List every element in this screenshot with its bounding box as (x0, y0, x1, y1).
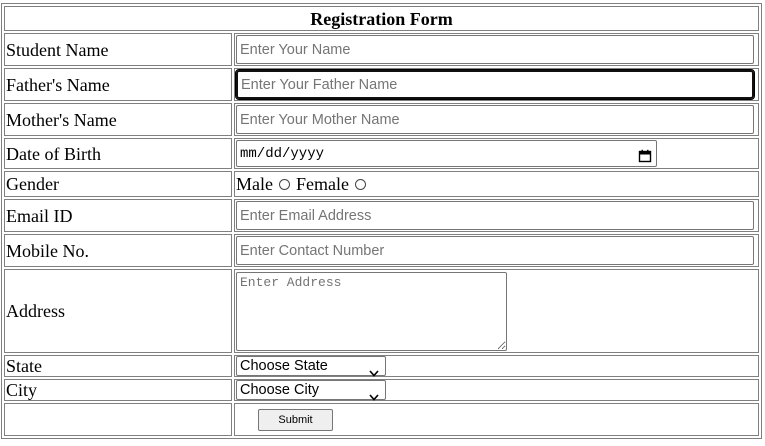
gender-label: Gender (4, 171, 232, 197)
mother-name-label: Mother's Name (4, 103, 232, 136)
state-selected-value: Choose State (240, 358, 328, 374)
gender-row: Gender Male Female (4, 171, 759, 197)
dob-label: Date of Birth (4, 138, 232, 169)
registration-form-table: Registration Form Student Name Father's … (1, 3, 762, 439)
email-cell (234, 199, 759, 232)
gender-male-radio[interactable] (278, 178, 290, 190)
chevron-down-icon (369, 387, 379, 401)
submit-button[interactable]: Submit (258, 408, 333, 431)
city-label: City (4, 379, 232, 401)
student-name-cell (234, 33, 759, 66)
dob-cell: mm/dd/yyyy (234, 138, 759, 169)
dob-placeholder: mm/dd/yyyy (240, 145, 325, 162)
father-name-row: Father's Name (4, 68, 759, 101)
calendar-icon[interactable] (638, 147, 652, 162)
father-name-label: Father's Name (4, 68, 232, 101)
mobile-cell (234, 234, 759, 267)
state-cell: Choose State (234, 355, 759, 377)
city-cell: Choose City (234, 379, 759, 401)
state-select[interactable]: Choose State (236, 356, 386, 377)
submit-cell: Submit (234, 403, 759, 436)
form-title-row: Registration Form (4, 6, 759, 31)
state-label: State (4, 355, 232, 377)
mobile-label: Mobile No. (4, 234, 232, 267)
father-name-input[interactable] (235, 69, 755, 100)
email-label: Email ID (4, 199, 232, 232)
gender-radio-group: Male Female (236, 172, 757, 196)
city-row: City Choose City (4, 379, 759, 401)
student-name-label: Student Name (4, 33, 232, 66)
submit-row-empty-cell (4, 403, 232, 436)
gender-male-label: Male (236, 174, 273, 194)
state-row: State Choose State (4, 355, 759, 377)
form-title: Registration Form (4, 6, 759, 31)
gender-female-radio[interactable] (354, 178, 366, 190)
dob-input[interactable]: mm/dd/yyyy (236, 140, 657, 167)
dob-row: Date of Birth mm/dd/yyyy (4, 138, 759, 169)
mother-name-input[interactable] (236, 105, 754, 134)
gender-female-label: Female (295, 174, 349, 194)
address-cell (234, 269, 759, 353)
mother-name-row: Mother's Name (4, 103, 759, 136)
submit-row: Submit (4, 403, 759, 436)
student-name-input[interactable] (236, 35, 754, 64)
mother-name-cell (234, 103, 759, 136)
mobile-row: Mobile No. (4, 234, 759, 267)
student-name-row: Student Name (4, 33, 759, 66)
father-name-cell (234, 68, 759, 101)
email-row: Email ID (4, 199, 759, 232)
city-select[interactable]: Choose City (236, 380, 386, 401)
chevron-down-icon (369, 363, 379, 377)
city-selected-value: Choose City (240, 382, 319, 398)
address-row: Address (4, 269, 759, 353)
mobile-input[interactable] (236, 236, 754, 265)
gender-cell: Male Female (234, 171, 759, 197)
address-input[interactable] (236, 271, 507, 351)
address-label: Address (4, 269, 232, 353)
email-input[interactable] (236, 201, 754, 230)
